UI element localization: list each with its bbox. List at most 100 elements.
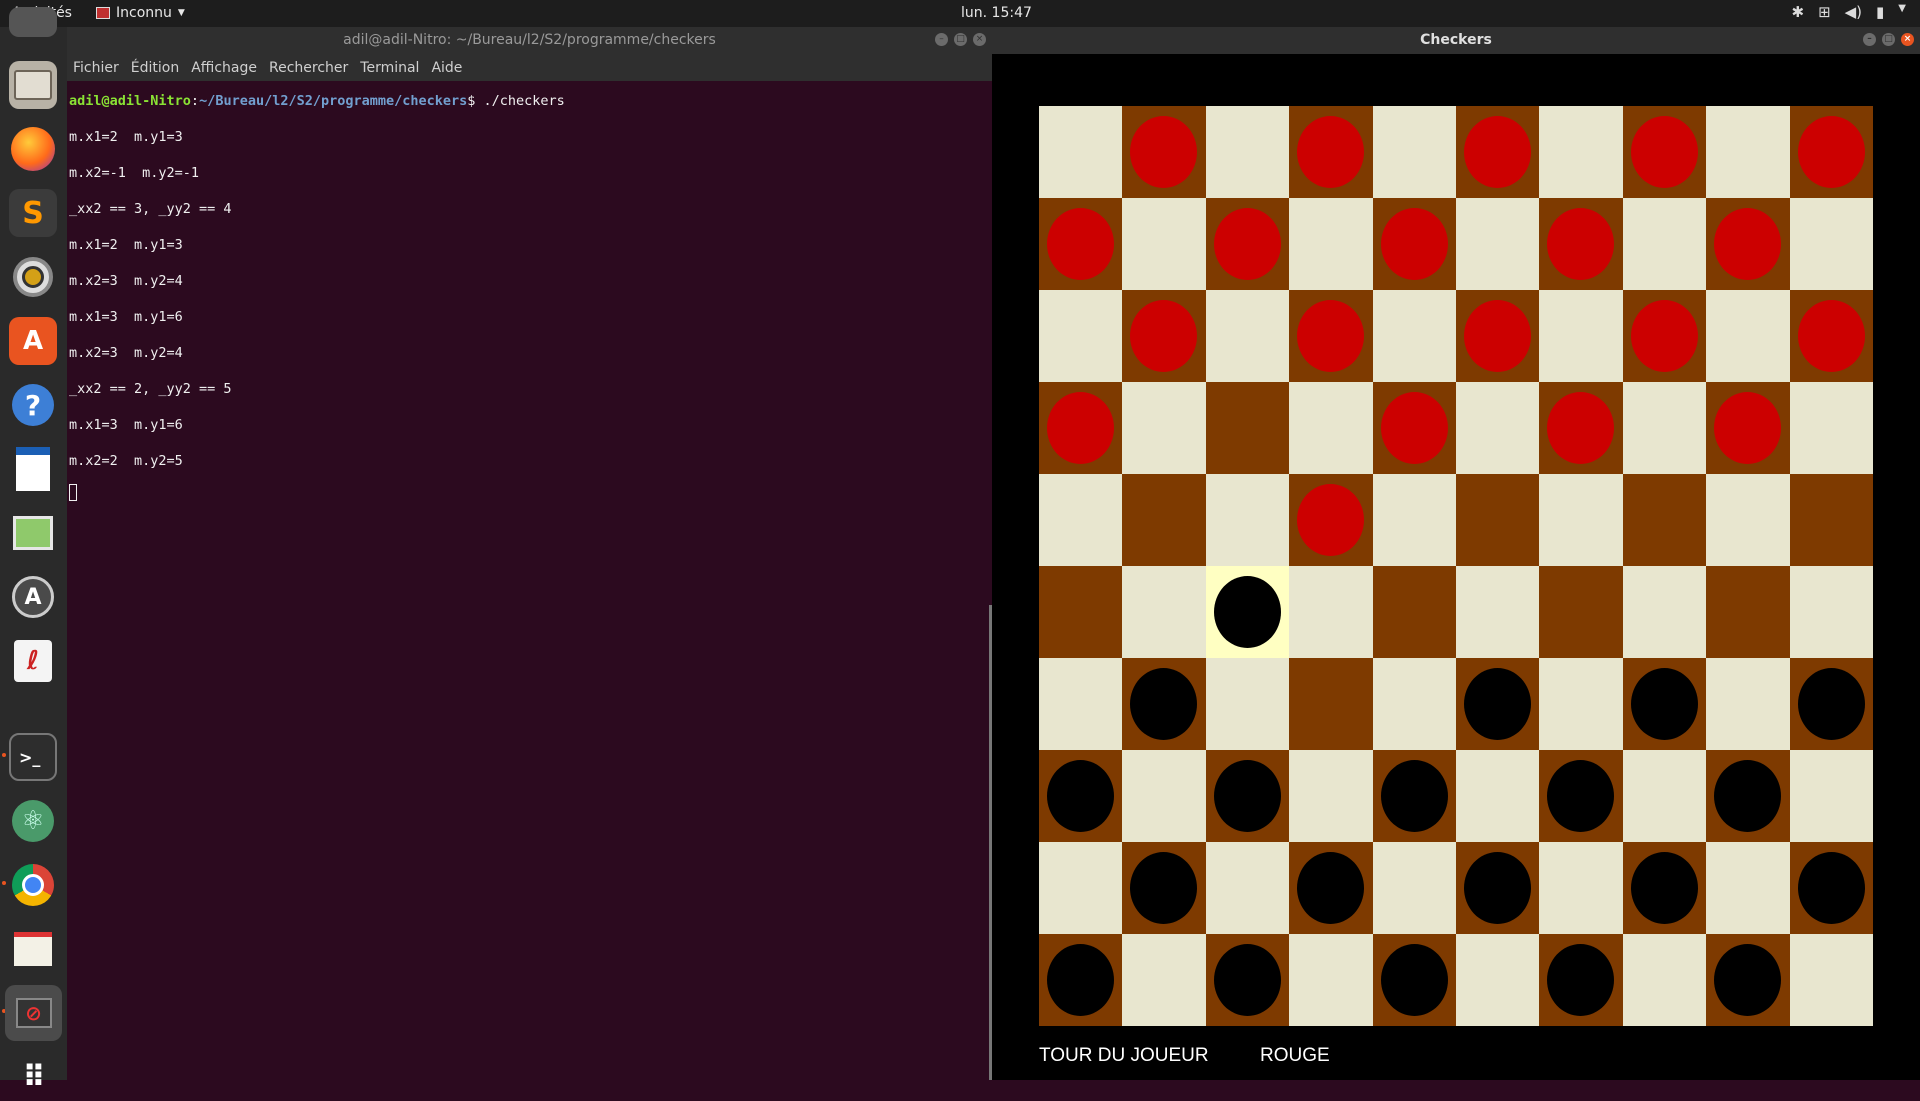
board-cell[interactable] [1289,658,1373,750]
board-cell[interactable] [1539,658,1623,750]
board-cell[interactable] [1122,382,1206,474]
board-cell[interactable] [1205,290,1290,382]
board-cell[interactable] [1456,934,1540,1026]
board-cell[interactable] [1456,382,1540,474]
board-cell[interactable] [1039,842,1123,934]
black-piece[interactable] [1213,576,1281,648]
show-applications-icon[interactable]: ⠿ [9,1053,57,1101]
board-cell[interactable] [1205,474,1290,566]
board-cell[interactable] [1372,106,1456,198]
red-piece[interactable] [1547,208,1615,280]
bluetooth-icon[interactable]: ✱ [1791,3,1804,21]
black-piece[interactable] [1213,944,1281,1016]
checkers-board[interactable] [1039,106,1873,1026]
red-piece[interactable] [1130,116,1198,188]
board-cell[interactable] [1289,106,1373,198]
red-piece[interactable] [1714,208,1782,280]
board-cell[interactable] [1622,934,1707,1026]
board-cell[interactable] [1706,566,1790,658]
red-piece[interactable] [1380,208,1448,280]
board-cell[interactable] [1789,106,1873,198]
red-piece[interactable] [1297,300,1365,372]
board-cell[interactable] [1372,658,1456,750]
help-icon[interactable]: ? [9,381,57,429]
red-piece[interactable] [1630,300,1698,372]
board-cell[interactable] [1622,658,1707,750]
board-cell[interactable] [1039,198,1123,290]
board-cell[interactable] [1122,474,1206,566]
board-cell[interactable] [1205,566,1290,658]
board-cell[interactable] [1789,474,1873,566]
board-cell[interactable] [1539,106,1623,198]
board-cell[interactable] [1122,566,1206,658]
battery-icon[interactable]: ▮ [1876,3,1884,21]
close-icon[interactable]: × [973,33,986,46]
menu-fichier[interactable]: Fichier [73,54,119,81]
black-piece[interactable] [1547,944,1615,1016]
black-piece[interactable] [1464,852,1531,924]
volume-icon[interactable]: ◀) [1845,3,1862,21]
black-piece[interactable] [1714,760,1782,832]
menu-terminal[interactable]: Terminal [360,54,419,81]
board-cell[interactable] [1289,842,1373,934]
board-cell[interactable] [1539,750,1623,842]
board-cell[interactable] [1372,290,1456,382]
board-cell[interactable] [1372,566,1456,658]
board-cell[interactable] [1789,842,1873,934]
board-cell[interactable] [1122,750,1206,842]
black-piece[interactable] [1130,668,1198,740]
board-cell[interactable] [1205,750,1290,842]
board-cell[interactable] [1205,934,1290,1026]
red-piece[interactable] [1297,484,1365,556]
red-piece[interactable] [1130,300,1198,372]
menu-aide[interactable]: Aide [431,54,462,81]
terminal-output[interactable]: adil@adil-Nitro:~/Bureau/l2/S2/programme… [67,81,992,1080]
app-menu[interactable]: Inconnu ▼ [96,5,185,21]
board-cell[interactable] [1456,106,1540,198]
board-cell[interactable] [1789,382,1873,474]
terminal-titlebar[interactable]: adil@adil-Nitro: ~/Bureau/l2/S2/programm… [67,27,992,54]
pdf-viewer-icon[interactable]: ℓ [9,637,57,685]
board-cell[interactable] [1039,750,1123,842]
menu-affichage[interactable]: Affichage [191,54,257,81]
board-cell[interactable] [1539,566,1623,658]
board-cell[interactable] [1456,566,1540,658]
board-cell[interactable] [1039,106,1123,198]
board-cell[interactable] [1706,382,1790,474]
files-icon[interactable] [9,61,57,109]
black-piece[interactable] [1380,760,1448,832]
board-cell[interactable] [1622,842,1707,934]
board-cell[interactable] [1372,474,1456,566]
board-cell[interactable] [1039,474,1123,566]
board-cell[interactable] [1622,382,1707,474]
board-cell[interactable] [1039,290,1123,382]
maximize-icon[interactable]: □ [1882,33,1895,46]
red-piece[interactable] [1213,208,1281,280]
board-cell[interactable] [1122,198,1206,290]
system-tray[interactable]: ✱ ⊞ ◀) ▮ ▼ [1791,3,1906,21]
board-cell[interactable] [1372,198,1456,290]
dock-item-partial[interactable] [9,7,57,37]
board-cell[interactable] [1372,842,1456,934]
checkers-titlebar[interactable]: Checkers – □ × [992,27,1920,54]
board-cell[interactable] [1622,750,1707,842]
board-cell[interactable] [1039,382,1123,474]
black-piece[interactable] [1130,852,1198,924]
menu-rechercher[interactable]: Rechercher [269,54,348,81]
minimize-icon[interactable]: – [1863,33,1876,46]
board-cell[interactable] [1539,934,1623,1026]
board-cell[interactable] [1706,842,1790,934]
black-piece[interactable] [1797,668,1865,740]
terminal-window[interactable]: adil@adil-Nitro: ~/Bureau/l2/S2/programm… [67,27,992,1080]
board-cell[interactable] [1539,474,1623,566]
software-center-icon[interactable]: A [9,317,57,365]
board-cell[interactable] [1039,934,1123,1026]
firefox-icon[interactable] [9,125,57,173]
board-cell[interactable] [1539,842,1623,934]
board-cell[interactable] [1289,934,1373,1026]
board-cell[interactable] [1122,842,1206,934]
chevron-down-icon[interactable]: ▼ [1898,3,1906,21]
board-cell[interactable] [1205,658,1290,750]
board-cell[interactable] [1706,750,1790,842]
red-piece[interactable] [1714,392,1782,464]
